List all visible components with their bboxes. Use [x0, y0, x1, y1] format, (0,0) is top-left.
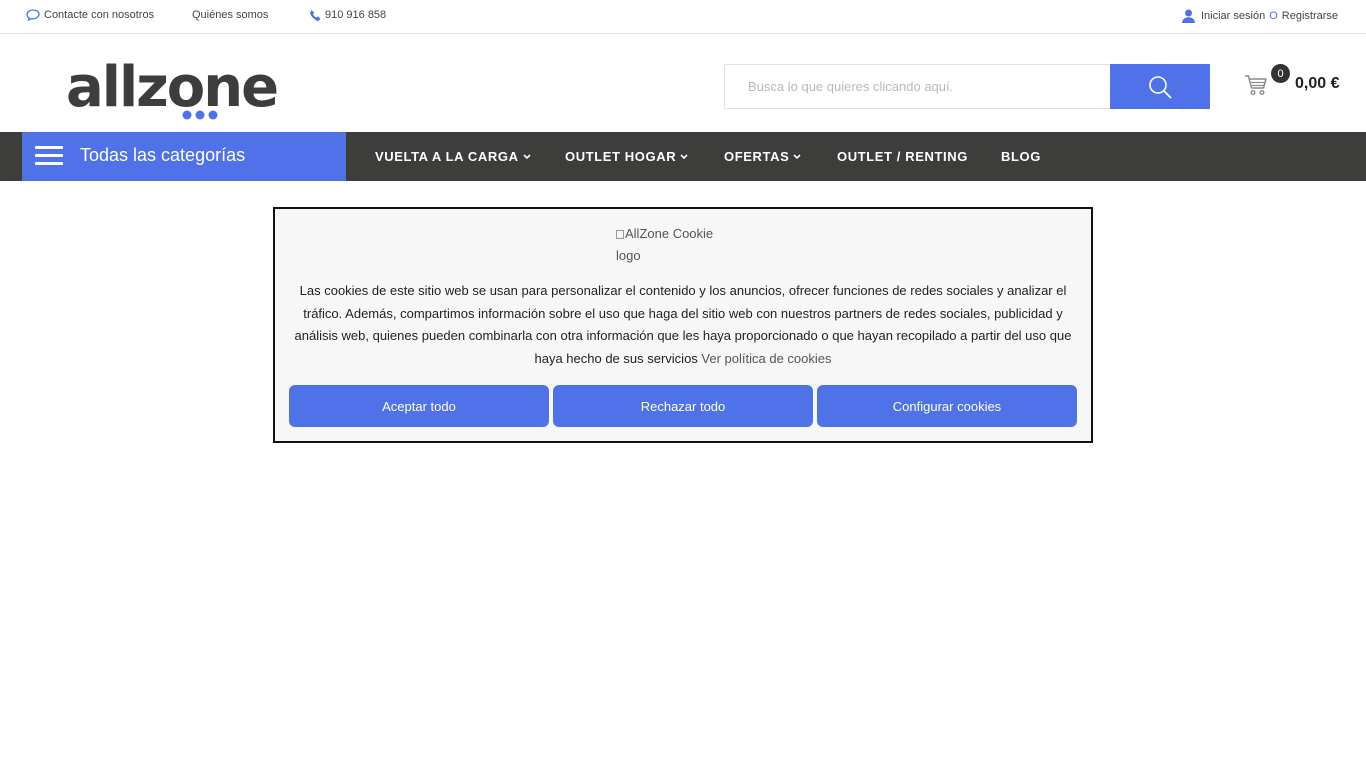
search-button[interactable] — [1110, 64, 1210, 109]
cart-icon — [1245, 75, 1267, 96]
cart-count-badge: 0 — [1271, 64, 1290, 83]
top-bar: Contacte con nosotros Quiénes somos 910 … — [0, 0, 1366, 34]
cookie-message-text: Las cookies de este sitio web se usan pa… — [294, 283, 1072, 366]
all-categories-button[interactable]: Todas las categorías — [22, 132, 346, 181]
nav-item-vuelta-a-la-carga[interactable]: VUELTA A LA CARGA — [375, 149, 531, 164]
search-icon — [1149, 75, 1172, 98]
about-label: Quiénes somos — [192, 9, 269, 21]
nav-item-label: OUTLET / RENTING — [837, 149, 968, 164]
account-links: Iniciar sesión O Registrarse — [1182, 9, 1338, 23]
nav-item-label: OFERTAS — [724, 149, 790, 164]
phone-icon — [310, 9, 321, 21]
login-link[interactable]: Iniciar sesión — [1201, 10, 1265, 22]
contact-label: Contacte con nosotros — [44, 9, 155, 21]
site-header: allzone 0 0,00 € — [0, 34, 1366, 132]
all-categories-label: Todas las categorías — [80, 145, 246, 165]
nav-item-label: VUELTA A LA CARGA — [375, 149, 519, 164]
chevron-down-icon — [793, 153, 801, 159]
allzone-logo[interactable]: allzone — [66, 54, 296, 122]
cookie-logo-broken-image: AllZone Cookie logo — [616, 223, 736, 267]
phone-link[interactable]: 910 916 858 — [310, 9, 386, 21]
hamburger-icon — [35, 146, 63, 166]
cookie-message: Las cookies de este sitio web se usan pa… — [287, 280, 1079, 370]
user-icon — [1182, 9, 1195, 23]
nav-item-outlet-hogar[interactable]: OUTLET HOGAR — [565, 149, 688, 164]
nav-item-label: OUTLET HOGAR — [565, 149, 677, 164]
chevron-down-icon — [522, 153, 531, 159]
cookie-consent-dialog: AllZone Cookie logo Las cookies de este … — [273, 207, 1093, 443]
reject-all-button[interactable]: Rechazar todo — [553, 385, 813, 427]
search-input[interactable] — [724, 64, 1111, 109]
svg-text:allzone: allzone — [66, 55, 277, 120]
chevron-down-icon — [680, 153, 688, 159]
phone-label: 910 916 858 — [325, 9, 387, 21]
or-separator: O — [1269, 10, 1278, 22]
nav-item-blog[interactable]: BLOG — [1001, 149, 1041, 164]
configure-cookies-button[interactable]: Configurar cookies — [817, 385, 1077, 427]
contact-link[interactable]: Contacte con nosotros — [26, 9, 154, 21]
cookie-policy-link[interactable]: Ver política de cookies — [701, 351, 831, 366]
nav-item-label: BLOG — [1001, 149, 1041, 164]
broken-image-icon — [616, 230, 624, 239]
register-link[interactable]: Registrarse — [1282, 10, 1338, 22]
main-nav: Todas las categorías VUELTA A LA CARGA O… — [0, 132, 1366, 182]
chat-bubble-icon — [26, 9, 40, 21]
accept-all-button[interactable]: Aceptar todo — [289, 385, 549, 427]
nav-item-outlet-renting[interactable]: OUTLET / RENTING — [837, 149, 968, 164]
cart-button[interactable]: 0 0,00 € — [1244, 64, 1354, 100]
nav-menu: VUELTA A LA CARGA OUTLET HOGAR OFERTAS O… — [359, 132, 1059, 182]
nav-item-ofertas[interactable]: OFERTAS — [724, 149, 801, 164]
about-link[interactable]: Quiénes somos — [192, 9, 268, 21]
cookie-logo-alt: AllZone Cookie logo — [616, 226, 714, 263]
cart-total: 0,00 € — [1295, 75, 1340, 92]
